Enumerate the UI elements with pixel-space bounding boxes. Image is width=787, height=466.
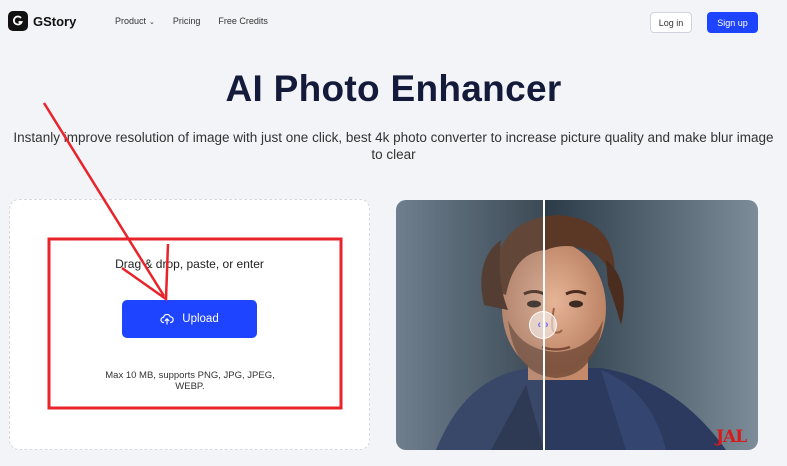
upload-button[interactable]: Upload — [122, 300, 257, 338]
logo[interactable]: GStory — [8, 11, 76, 31]
top-nav: GStory Product ⌄ Pricing Free Credits Lo… — [0, 0, 787, 44]
cloud-upload-icon — [160, 313, 175, 325]
portrait-photo — [396, 200, 758, 450]
gstory-logo-icon — [8, 11, 28, 31]
page-subtitle: Instanly improve resolution of image wit… — [13, 130, 774, 162]
nav-product-label: Product — [115, 16, 147, 26]
signup-button[interactable]: Sign up — [707, 12, 758, 33]
drop-instructions: Drag & drop, paste, or enter — [115, 257, 264, 271]
upload-button-label: Upload — [182, 313, 219, 325]
nav-product[interactable]: Product ⌄ — [115, 16, 155, 26]
nav-free-credits[interactable]: Free Credits — [218, 16, 268, 26]
nav-links: Product ⌄ Pricing Free Credits — [115, 16, 268, 26]
page-title: AI Photo Enhancer — [225, 68, 562, 109]
upload-limits: Max 10 MB, supports PNG, JPG, JPEG, WEBP… — [105, 370, 275, 392]
before-after-image — [396, 200, 758, 450]
upload-dropzone[interactable]: Drag & drop, paste, or enter Upload Max … — [9, 199, 370, 450]
login-button[interactable]: Log in — [650, 12, 692, 33]
compare-slider-handle[interactable]: ‹ › — [529, 311, 557, 339]
watermark: JAL — [716, 427, 747, 447]
chevron-left-icon: ‹ — [537, 319, 541, 331]
chevron-right-icon: › — [545, 319, 549, 331]
logo-text: GStory — [33, 13, 77, 29]
nav-pricing[interactable]: Pricing — [173, 16, 201, 26]
chevron-down-icon: ⌄ — [147, 19, 155, 26]
